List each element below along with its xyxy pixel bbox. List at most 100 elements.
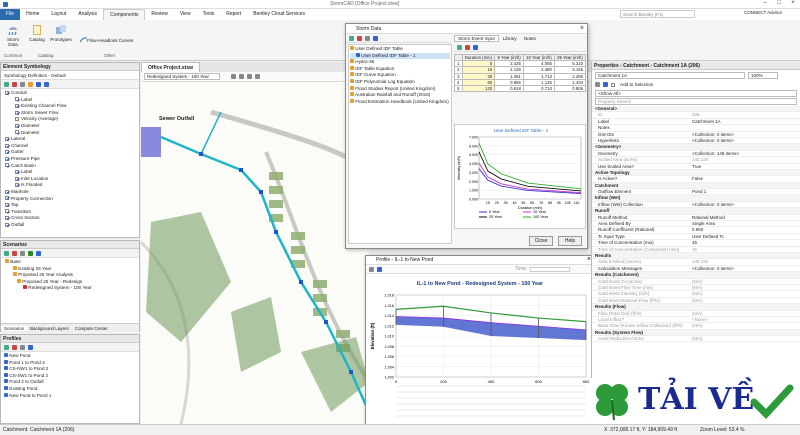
storm-tree-item[interactable]: IDF Curve Equation xyxy=(350,72,450,79)
profile-item[interactable]: Pond 1 to Pond 2 xyxy=(4,359,139,367)
profile-item[interactable]: Pond 2 to Outfall xyxy=(4,379,139,386)
select-icon[interactable] xyxy=(223,74,228,79)
zoom-to-icon[interactable] xyxy=(603,82,608,87)
tab-review[interactable]: Review xyxy=(145,9,173,20)
help-icon[interactable] xyxy=(36,250,41,256)
tab-bentley-cloud[interactable]: Bentley Cloud Services xyxy=(247,9,311,20)
tab-compute-center[interactable]: Compute Center xyxy=(72,326,111,331)
zoom-select[interactable]: 100% xyxy=(748,71,778,79)
tree-item[interactable]: Is Flooded xyxy=(5,182,139,189)
property-value[interactable]: <Collection: 149 items> xyxy=(690,151,800,156)
tab-background-layers[interactable]: Background Layers xyxy=(27,326,72,331)
profile-item[interactable]: New Pond xyxy=(4,353,139,360)
delete-icon[interactable] xyxy=(12,344,17,350)
table-row[interactable]: 5 120 0.618 0.713 0.906 xyxy=(454,84,587,93)
pan-icon[interactable] xyxy=(247,74,252,79)
tree-item[interactable]: Label xyxy=(5,97,139,104)
delete-icon[interactable] xyxy=(12,250,17,256)
drawing-canvas[interactable]: Sewer Outfall xyxy=(141,82,369,424)
property-value[interactable]: (N/A) xyxy=(690,298,800,303)
property-value[interactable]: False xyxy=(690,176,800,181)
edit-icon[interactable] xyxy=(20,344,25,350)
storm-tree-item[interactable]: IDF Table Equation xyxy=(350,65,450,73)
tab-file[interactable]: File xyxy=(0,9,21,20)
tree-item[interactable]: Catch Basin xyxy=(5,163,139,170)
storm-tree-item[interactable]: User Defined IDF Table xyxy=(350,46,450,53)
new-icon[interactable] xyxy=(4,344,9,350)
delete-icon[interactable] xyxy=(12,81,17,87)
tree-item[interactable]: Tap xyxy=(5,202,139,209)
tab-storm-event-input[interactable]: Storm Event Input xyxy=(454,35,499,42)
property-value[interactable]: <Collection: 0 items> xyxy=(690,202,800,207)
tree-item[interactable]: Existing Channel Flow xyxy=(5,103,139,110)
property-value[interactable] xyxy=(690,125,800,130)
zoom-in-icon[interactable] xyxy=(231,74,236,79)
delete-row-icon[interactable] xyxy=(465,44,470,50)
property-value[interactable]: Rational Method xyxy=(690,215,800,220)
property-value[interactable]: (N/A) xyxy=(690,311,800,316)
folder-icon[interactable] xyxy=(28,81,33,87)
tab-home[interactable]: Home xyxy=(20,9,45,20)
filter-select[interactable]: <Show All> xyxy=(595,90,797,97)
search-input[interactable]: Search Bentley (F1) xyxy=(620,10,695,18)
tree-item[interactable]: Cross Section xyxy=(5,215,139,222)
tab-notes[interactable]: Notes xyxy=(521,36,539,41)
tree-item[interactable]: Gutter xyxy=(5,149,139,156)
tab-view[interactable]: View xyxy=(174,9,197,20)
prototypes-button[interactable]: Prototypes xyxy=(48,24,74,42)
profile-item[interactable]: CS-SW1 to Pond 2 xyxy=(4,372,139,380)
storm-tree-item[interactable]: IDF Polynomial Log Equation xyxy=(350,78,450,86)
catalog-button[interactable]: Catalog xyxy=(27,24,47,42)
tab-layout[interactable]: Layout xyxy=(45,9,72,20)
profile-item[interactable]: Existing Pond xyxy=(4,385,139,393)
tree-item[interactable]: Outfall xyxy=(5,222,139,229)
property-value[interactable]: (N/A) xyxy=(690,336,800,341)
property-value[interactable]: 0.650 xyxy=(690,227,800,232)
help-button[interactable]: Help xyxy=(558,236,582,246)
profile-item[interactable]: CS-NW1 to Pond 2 xyxy=(4,366,139,373)
rename-icon[interactable] xyxy=(20,250,25,256)
property-value[interactable]: <None> xyxy=(690,317,800,322)
scenario-item[interactable]: Proposed 25 Year - Redesign xyxy=(5,278,139,286)
property-value[interactable]: 206 xyxy=(690,112,800,117)
tab-analysis[interactable]: Analysis xyxy=(72,9,103,20)
compute-icon[interactable] xyxy=(28,250,33,256)
new-icon[interactable] xyxy=(4,81,9,87)
document-tab[interactable]: Office Project.stsw xyxy=(141,62,201,72)
zoom-extents-icon[interactable] xyxy=(255,74,260,79)
property-value[interactable]: Pond 1 xyxy=(690,189,800,194)
property-value[interactable]: 140.220 xyxy=(690,157,800,162)
tree-item[interactable]: Property Connection xyxy=(5,196,139,203)
tree-item[interactable]: Lateral xyxy=(5,136,139,143)
storm-tree-item[interactable]: Australian Rainfall and Runoff (2016) xyxy=(350,92,450,99)
print-icon[interactable] xyxy=(369,266,374,272)
symbology-select[interactable]: Symbology Definition - Default xyxy=(1,71,139,80)
property-value[interactable]: Single Area xyxy=(690,221,800,226)
property-value[interactable]: User Defined Tc xyxy=(690,234,800,239)
property-row[interactable]: Areal Reduction Factor (N/A) xyxy=(592,336,800,343)
storm-tree-item[interactable]: Flood Estimation Handbook (United Kingdo… xyxy=(350,98,450,106)
close-icon[interactable]: × xyxy=(786,0,800,6)
new-icon[interactable] xyxy=(349,35,354,41)
zoom-icon[interactable] xyxy=(377,266,382,272)
zoom-out-icon[interactable] xyxy=(239,74,244,79)
tree-item[interactable]: Conduit xyxy=(5,90,139,97)
rename-icon[interactable] xyxy=(365,35,370,41)
time-slider[interactable] xyxy=(530,266,571,272)
close-button[interactable]: Close xyxy=(529,236,553,246)
tree-item[interactable]: Inlet Location xyxy=(5,176,139,183)
tab-library[interactable]: Library xyxy=(500,36,520,41)
property-value[interactable]: 45 xyxy=(690,240,800,245)
close-icon[interactable]: × xyxy=(580,25,584,32)
new-icon[interactable] xyxy=(4,250,9,256)
tab-components[interactable]: Components xyxy=(103,8,146,21)
storm-tree-item[interactable]: Hydro-35 xyxy=(350,59,450,66)
tab-report[interactable]: Report xyxy=(220,9,247,20)
find-icon[interactable] xyxy=(595,82,600,87)
property-value[interactable]: <Collection: 0 items> xyxy=(690,138,800,143)
tree-item[interactable]: Transition xyxy=(5,209,139,216)
add-to-selection-checkbox[interactable] xyxy=(611,82,615,87)
chart-icon[interactable] xyxy=(473,44,478,50)
scenario-item[interactable]: Base xyxy=(5,259,139,266)
tree-item[interactable]: Storm Sewer Flow xyxy=(5,110,139,117)
